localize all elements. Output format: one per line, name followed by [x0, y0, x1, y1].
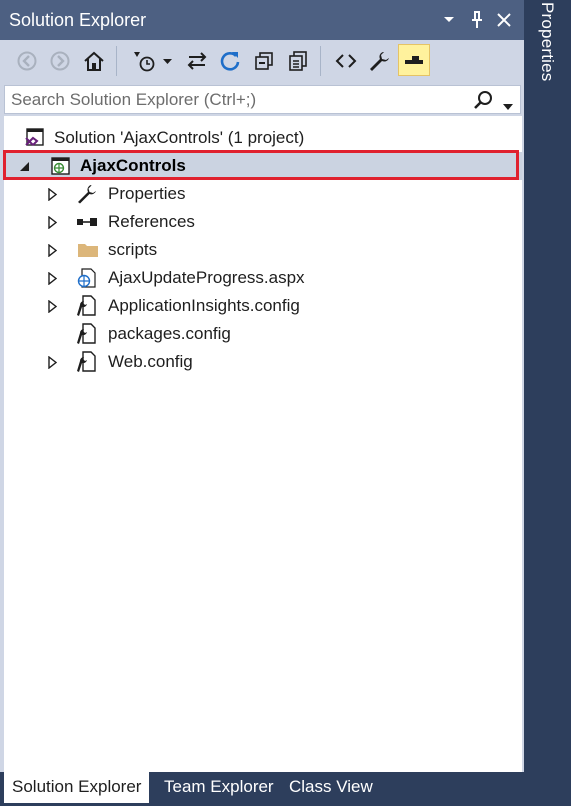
- refresh-icon[interactable]: [215, 46, 245, 76]
- config-file-icon: [76, 295, 98, 316]
- references-icon: [76, 212, 98, 232]
- tree-item-label: Properties: [108, 184, 186, 203]
- collapse-all-icon[interactable]: [249, 46, 279, 76]
- collapsed-arrow-icon[interactable]: [46, 355, 58, 369]
- window-title: Solution Explorer: [9, 10, 147, 30]
- collapsed-arrow-icon[interactable]: [46, 187, 58, 201]
- title-bar: Solution Explorer: [0, 0, 524, 40]
- collapsed-arrow-icon[interactable]: [46, 299, 58, 313]
- home-icon[interactable]: [79, 46, 109, 76]
- search-icon[interactable]: [473, 90, 493, 115]
- tab-properties[interactable]: Properties: [534, 2, 560, 86]
- show-all-files-icon[interactable]: [283, 46, 313, 76]
- tree-item-solution[interactable]: Solution 'AjaxControls' (1 project): [4, 124, 522, 152]
- right-dock-bar: Properties: [524, 0, 571, 806]
- tree-item-label: scripts: [108, 240, 158, 259]
- tab-team-explorer[interactable]: Team Explorer: [156, 772, 282, 802]
- window-position-dropdown-icon[interactable]: [438, 8, 460, 32]
- forward-icon[interactable]: [45, 46, 75, 76]
- web-page-icon: [76, 268, 98, 288]
- tree-item-label: AjaxControls: [80, 156, 186, 175]
- folder-icon: [77, 240, 99, 260]
- close-icon[interactable]: [493, 8, 515, 32]
- tree-item-label: Web.config: [108, 352, 193, 371]
- bottom-tab-strip: Solution Explorer Team Explorer Class Vi…: [0, 772, 524, 806]
- sync-with-active-document-icon[interactable]: [182, 46, 212, 76]
- tree-item-label: Solution 'AjaxControls' (1 project): [54, 128, 305, 147]
- tree-item-label: References: [108, 212, 195, 231]
- tab-solution-explorer[interactable]: Solution Explorer: [4, 772, 150, 803]
- toolbar-separator: [116, 46, 117, 76]
- tree-item-references[interactable]: References: [4, 208, 522, 236]
- collapsed-arrow-icon[interactable]: [46, 243, 58, 257]
- web-project-icon: [49, 156, 71, 176]
- collapsed-arrow-icon[interactable]: [46, 271, 58, 285]
- tab-class-view[interactable]: Class View: [281, 772, 381, 802]
- pin-icon[interactable]: [466, 8, 488, 32]
- tree-item-web-config[interactable]: Web.config: [4, 348, 522, 376]
- wrench-icon: [76, 184, 98, 204]
- tree-item-applicationinsights[interactable]: ApplicationInsights.config: [4, 292, 522, 320]
- tree-item-label: AjaxUpdateProgress.aspx: [108, 268, 305, 287]
- solution-tree: Solution 'AjaxControls' (1 project) Ajax…: [3, 116, 522, 772]
- back-icon[interactable]: [12, 46, 42, 76]
- solution-icon: [24, 128, 46, 148]
- search-options-dropdown-icon[interactable]: [503, 97, 513, 115]
- tree-item-scripts[interactable]: scripts: [4, 236, 522, 264]
- collapsed-arrow-icon[interactable]: [46, 215, 58, 229]
- toolbar-separator: [320, 46, 321, 76]
- tab-properties-label: Properties: [538, 2, 557, 82]
- config-file-icon: [76, 323, 98, 344]
- solution-explorer-panel: Solution Explorer Search Solution Explor…: [0, 0, 524, 772]
- tree-item-label: ApplicationInsights.config: [108, 296, 300, 315]
- tree-item-packages-config[interactable]: packages.config: [4, 320, 522, 348]
- toolbar: [0, 40, 524, 84]
- search-input[interactable]: [11, 89, 471, 110]
- view-code-icon[interactable]: [331, 46, 361, 76]
- tree-item-ajaxupdateprogress[interactable]: AjaxUpdateProgress.aspx: [4, 264, 522, 292]
- config-file-icon: [76, 351, 98, 372]
- search-box[interactable]: [4, 85, 521, 114]
- tree-item-label: packages.config: [108, 324, 231, 343]
- expanded-arrow-icon[interactable]: [18, 159, 30, 173]
- properties-wrench-icon[interactable]: [364, 46, 394, 76]
- tree-item-properties[interactable]: Properties: [4, 180, 522, 208]
- tree-item-project[interactable]: AjaxControls: [3, 150, 522, 180]
- pending-changes-filter-icon[interactable]: [128, 46, 176, 76]
- preview-selected-items-icon[interactable]: [398, 44, 430, 76]
